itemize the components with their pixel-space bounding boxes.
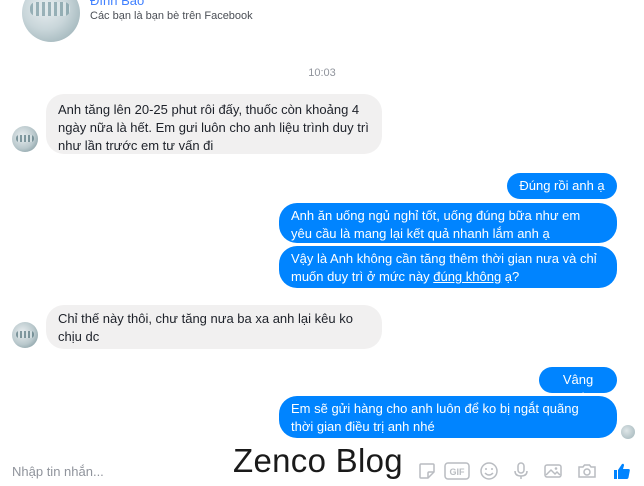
gif-icon[interactable]: GIF bbox=[444, 460, 470, 482]
outgoing-message: Đúng rồi anh ạ bbox=[507, 173, 617, 199]
message-line: Vậy là Anh không cần tăng thêm thời gian… bbox=[291, 251, 597, 266]
contact-name[interactable]: Đình Bảo bbox=[90, 0, 144, 8]
contact-avatar-small[interactable] bbox=[12, 126, 38, 152]
incoming-message: Anh tăng lên 20-25 phut rôi đấy, thuốc c… bbox=[46, 94, 382, 154]
image-icon[interactable] bbox=[542, 460, 564, 482]
message-line: Đúng rồi anh ạ bbox=[519, 178, 605, 193]
conversation-header: Đình Bảo Các bạn là bạn bè trên Facebook bbox=[0, 0, 644, 48]
contact-avatar-small[interactable] bbox=[12, 322, 38, 348]
seen-indicator bbox=[621, 425, 635, 439]
sticker-icon[interactable] bbox=[416, 460, 438, 482]
like-icon[interactable] bbox=[611, 460, 633, 482]
incoming-message: Chỉ thế này thôi, chư tăng nưa ba xa anh… bbox=[46, 305, 382, 349]
message-timestamp: 10:03 bbox=[308, 67, 336, 79]
message-line: Em sẽ gửi hàng cho anh luôn để ko bị ngắ… bbox=[291, 401, 579, 416]
inline-link[interactable]: đúng không bbox=[433, 269, 501, 284]
message-line: muốn duy trì ở mức này đúng không ạ? bbox=[291, 269, 520, 284]
message-line: Anh tăng lên 20-25 phut rôi đấy, thuốc c… bbox=[58, 102, 360, 117]
svg-text:GIF: GIF bbox=[450, 467, 466, 477]
watermark-text: Zenco Blog bbox=[233, 442, 403, 479]
contact-avatar[interactable] bbox=[22, 0, 80, 42]
message-line: như lần trước em tư vấn đi bbox=[58, 138, 214, 153]
message-line: chịu dc bbox=[58, 329, 100, 344]
friendship-status: Các bạn là bạn bè trên Facebook bbox=[90, 10, 253, 22]
microphone-icon[interactable] bbox=[510, 460, 532, 482]
emoji-icon[interactable] bbox=[478, 460, 500, 482]
outgoing-message: Vâng anh bbox=[539, 367, 617, 405]
message-line: Anh ăn uống ngủ nghỉ tốt, uống đúng bữa … bbox=[291, 208, 581, 223]
message-line: thời gian điều trị anh nhé bbox=[291, 419, 435, 434]
message-line: Chỉ thế này thôi, chư tăng nưa ba xa anh… bbox=[58, 311, 353, 326]
camera-icon[interactable] bbox=[576, 460, 598, 482]
message-line: ngày nữa là hết. Em gưi luôn cho anh liệ… bbox=[58, 120, 369, 135]
message-line: yêu cầu là mang lại kết quả nhanh lắm an… bbox=[291, 226, 550, 241]
outgoing-message: Em sẽ gửi hàng cho anh luôn để ko bị ngắ… bbox=[279, 396, 617, 438]
outgoing-message: Anh ăn uống ngủ nghỉ tốt, uống đúng bữa … bbox=[279, 203, 617, 243]
outgoing-message: Vậy là Anh không cần tăng thêm thời gian… bbox=[279, 246, 617, 288]
